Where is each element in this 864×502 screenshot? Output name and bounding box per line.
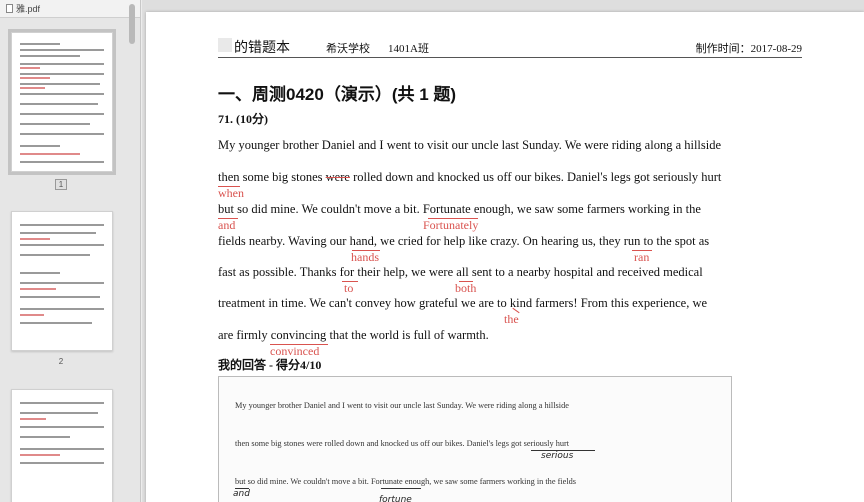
- page-number-2: 2: [58, 357, 64, 366]
- page-thumbnail-3[interactable]: [11, 389, 113, 502]
- page-thumbnail-1[interactable]: [8, 29, 116, 175]
- handwritten-fortune: fortune: [379, 495, 412, 502]
- sidebar-header: 雅.pdf: [0, 0, 140, 18]
- correction-to: to: [344, 281, 354, 295]
- scanned-answer-image: My younger brother Daniel and I went to …: [218, 376, 732, 502]
- handwritten-serious: serious: [541, 451, 574, 461]
- handwritten-and: and: [233, 489, 250, 499]
- scan-line-2: then some big stones were rolled down an…: [235, 439, 570, 448]
- sidebar-scrollbar[interactable]: [129, 4, 135, 44]
- class-name: 1401A班: [388, 43, 429, 55]
- scan-line-1: My younger brother Daniel and I went to …: [235, 401, 569, 410]
- error-were: were: [325, 170, 350, 184]
- correction-the: the: [504, 312, 519, 326]
- redacted-name: [218, 38, 232, 52]
- correction-fortunately: Fortunately: [423, 218, 479, 232]
- notebook-title: 的错题本: [234, 41, 290, 56]
- correction-ran: ran: [634, 250, 650, 264]
- school-name: 希沃学校: [326, 43, 370, 55]
- passage-line-2: then some big stones were rolled down an…: [218, 170, 722, 184]
- correction-both: both: [455, 281, 477, 295]
- passage-line-3: but so did mine. We couldn't move a bit.…: [218, 202, 701, 216]
- passage-line-6: treatment in time. We can't convey how g…: [218, 296, 708, 310]
- thumbnail-sidebar: 雅.pdf 1 2: [0, 0, 141, 502]
- page-header: 的错题本 希沃学校 1401A班 制作时间：2017-08-29: [218, 36, 802, 58]
- question-number: 71. (10分): [218, 112, 268, 126]
- correction-and: and: [218, 218, 236, 232]
- passage-line-4: fields nearby. Waving our hand, we cried…: [218, 234, 710, 248]
- passage-line-5: fast as possible. Thanks for their help,…: [218, 265, 703, 279]
- my-answer-title: 我的回答 - 得分4/10: [218, 358, 322, 372]
- file-name: 雅.pdf: [16, 4, 41, 14]
- correction-when: when: [218, 186, 244, 200]
- error-then: then: [218, 170, 240, 184]
- pdf-viewer-window: 雅.pdf 1 2 的错题本 希沃学校 1401A班 制作时间：2017-08-…: [0, 0, 864, 502]
- pdf-page: 的错题本 希沃学校 1401A班 制作时间：2017-08-29 一、周测042…: [146, 12, 864, 502]
- page-number-1: 1: [0, 179, 122, 190]
- section-title: 一、周测0420（演示）(共 1 题): [218, 85, 457, 104]
- document-view[interactable]: 的错题本 希沃学校 1401A班 制作时间：2017-08-29 一、周测042…: [142, 0, 864, 502]
- passage-line-1: My younger brother Daniel and I went to …: [218, 138, 722, 152]
- pdf-file-icon: [6, 4, 13, 13]
- correction-hands: hands: [351, 250, 379, 264]
- creation-date: 制作时间：2017-08-29: [695, 43, 802, 55]
- scan-line-3: but so did mine. We couldn't move a bit.…: [235, 477, 577, 486]
- passage-line-7: are firmly convincing that the world is …: [218, 328, 489, 342]
- page-thumbnail-2[interactable]: [11, 211, 113, 351]
